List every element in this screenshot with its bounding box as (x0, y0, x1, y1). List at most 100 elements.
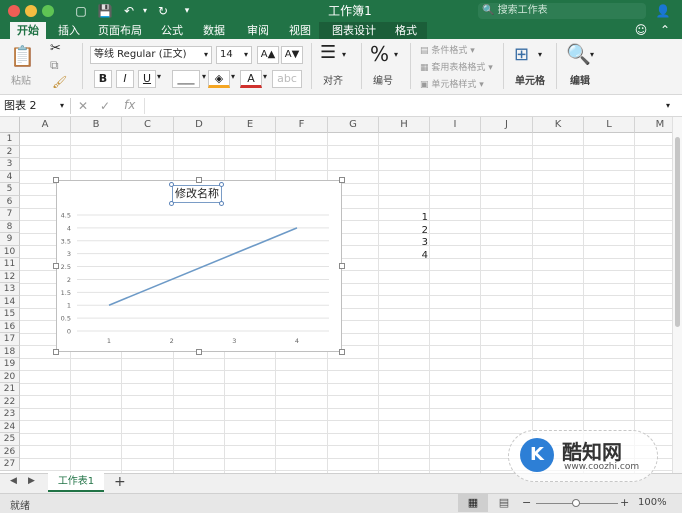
collapse-ribbon-icon[interactable]: ⌃ (656, 22, 674, 38)
row-header-9[interactable]: 9 (0, 233, 20, 246)
expand-formula-icon[interactable]: ▾ (666, 98, 670, 114)
borders-dropdown-icon[interactable]: ▾ (202, 72, 206, 81)
name-box[interactable]: 图表 2 ▾ (4, 98, 66, 114)
normal-view-button[interactable]: ▦ (458, 494, 488, 512)
prev-sheet-icon[interactable]: ◀ (10, 476, 17, 486)
customize-toolbar-icon[interactable]: ▾ (178, 3, 196, 19)
tab-page-layout[interactable]: 页面布局 (92, 22, 148, 39)
sheet-tab[interactable]: 工作表1 (48, 473, 104, 492)
column-header-D[interactable]: D (174, 117, 225, 133)
formula-input[interactable] (144, 98, 662, 114)
redo-icon[interactable]: ↻ (154, 3, 172, 19)
font-size-select[interactable]: 14 ▾ (216, 46, 252, 64)
chart-object[interactable]: 0 0.5 1 1.5 2 2.5 3 3.5 4 4.5 1 2 3 4 (56, 180, 342, 352)
scrollbar-thumb[interactable] (675, 137, 680, 327)
tab-data[interactable]: 数据 (196, 22, 232, 39)
column-header-K[interactable]: K (533, 117, 584, 133)
row-header-3[interactable]: 3 (0, 158, 20, 171)
row-header-12[interactable]: 12 (0, 270, 20, 283)
search-magnifier-icon[interactable]: 🔍 (566, 42, 591, 66)
zoom-slider-thumb[interactable] (572, 499, 580, 507)
row-header-19[interactable]: 19 (0, 358, 20, 371)
cancel-entry-icon[interactable]: ✕ (78, 98, 88, 114)
sidebar-icon[interactable]: ▢ (72, 3, 90, 19)
tab-review[interactable]: 审阅 (240, 22, 276, 39)
shrink-font-button[interactable]: A▼ (281, 46, 303, 64)
search-sheet-input[interactable]: 🔍 搜索工作表 (478, 3, 646, 19)
column-header-G[interactable]: G (328, 117, 379, 133)
select-all-corner[interactable] (0, 117, 20, 133)
font-name-select[interactable]: 等线 Regular (正文) ▾ (90, 46, 212, 64)
chart-resize-handle[interactable] (339, 177, 345, 183)
cells-icon[interactable]: ⊞ (514, 44, 529, 65)
row-header-18[interactable]: 18 (0, 345, 20, 358)
edit-dropdown-icon[interactable]: ▾ (590, 50, 594, 59)
cells-dropdown-icon[interactable]: ▾ (538, 50, 542, 59)
row-header-16[interactable]: 16 (0, 320, 20, 333)
save-icon[interactable]: 💾 (96, 3, 114, 19)
column-header-E[interactable]: E (225, 117, 276, 133)
row-header-14[interactable]: 14 (0, 295, 20, 308)
phonetic-button[interactable]: abc (272, 70, 302, 88)
format-painter-icon[interactable]: 🖌 (52, 75, 67, 89)
tab-formulas[interactable]: 公式 (154, 22, 190, 39)
underline-button[interactable]: U (138, 70, 156, 88)
add-sheet-button[interactable]: + (114, 474, 126, 490)
chart-title[interactable]: 修改名称 (172, 185, 222, 203)
italic-button[interactable]: I (116, 70, 134, 88)
number-dropdown-icon[interactable]: ▾ (394, 50, 398, 59)
row-header-17[interactable]: 17 (0, 333, 20, 346)
zoom-level[interactable]: 100% (638, 497, 667, 508)
column-header-B[interactable]: B (71, 117, 122, 133)
row-header-2[interactable]: 2 (0, 145, 20, 158)
row-header-6[interactable]: 6 (0, 195, 20, 208)
row-header-5[interactable]: 5 (0, 183, 20, 196)
cut-icon[interactable]: ✂ (50, 41, 61, 56)
font-color-dropdown-icon[interactable]: ▾ (263, 72, 267, 81)
column-header-H[interactable]: H (379, 117, 430, 133)
smiley-feedback-icon[interactable]: ☺ (632, 22, 650, 38)
fill-color-dropdown-icon[interactable]: ▾ (231, 72, 235, 81)
row-header-22[interactable]: 22 (0, 395, 20, 408)
tab-view[interactable]: 视图 (282, 22, 318, 39)
page-layout-view-button[interactable]: ▤ (494, 494, 514, 512)
percent-icon[interactable]: % (370, 42, 389, 66)
chart-resize-handle[interactable] (196, 349, 202, 355)
row-header-10[interactable]: 10 (0, 245, 20, 258)
next-sheet-icon[interactable]: ▶ (28, 476, 35, 486)
borders-button[interactable]: ▁▁ (172, 70, 200, 88)
row-header-1[interactable]: 1 (0, 133, 20, 146)
add-user-icon[interactable]: 👤 (654, 3, 672, 19)
row-header-24[interactable]: 24 (0, 420, 20, 433)
align-dropdown-icon[interactable]: ▾ (342, 50, 346, 59)
confirm-entry-icon[interactable]: ✓ (100, 98, 110, 114)
column-header-L[interactable]: L (584, 117, 635, 133)
align-icon[interactable]: ☰ (320, 44, 336, 62)
bold-button[interactable]: B (94, 70, 112, 88)
vertical-scrollbar[interactable] (672, 117, 682, 473)
minimize-window-button[interactable] (25, 5, 37, 17)
cell-styles-button[interactable]: ▣ 单元格样式 ▾ (420, 77, 484, 90)
column-header-M[interactable]: M (635, 117, 672, 133)
undo-dropdown-icon[interactable]: ▾ (136, 3, 154, 19)
conditional-format-button[interactable]: ▤ 条件格式 ▾ (420, 43, 475, 56)
column-header-A[interactable]: A (20, 117, 71, 133)
font-color-button[interactable]: A (240, 70, 262, 88)
tab-format[interactable]: 格式 (388, 22, 424, 39)
zoom-window-button[interactable] (42, 5, 54, 17)
tab-chart-design[interactable]: 图表设计 (324, 22, 384, 39)
insert-function-icon[interactable]: fx (124, 97, 135, 113)
underline-dropdown-icon[interactable]: ▾ (157, 72, 161, 81)
row-header-8[interactable]: 8 (0, 220, 20, 233)
fill-color-button[interactable]: ◈ (208, 70, 230, 88)
chart-resize-handle[interactable] (196, 177, 202, 183)
column-header-J[interactable]: J (481, 117, 533, 133)
row-header-23[interactable]: 23 (0, 408, 20, 421)
table-format-button[interactable]: ▦ 套用表格格式 ▾ (420, 60, 493, 73)
row-header-25[interactable]: 25 (0, 433, 20, 446)
grow-font-button[interactable]: A▲ (257, 46, 279, 64)
close-window-button[interactable] (8, 5, 20, 17)
row-header-13[interactable]: 13 (0, 283, 20, 296)
column-header-I[interactable]: I (430, 117, 481, 133)
cell-H10[interactable]: 4 (380, 250, 428, 261)
